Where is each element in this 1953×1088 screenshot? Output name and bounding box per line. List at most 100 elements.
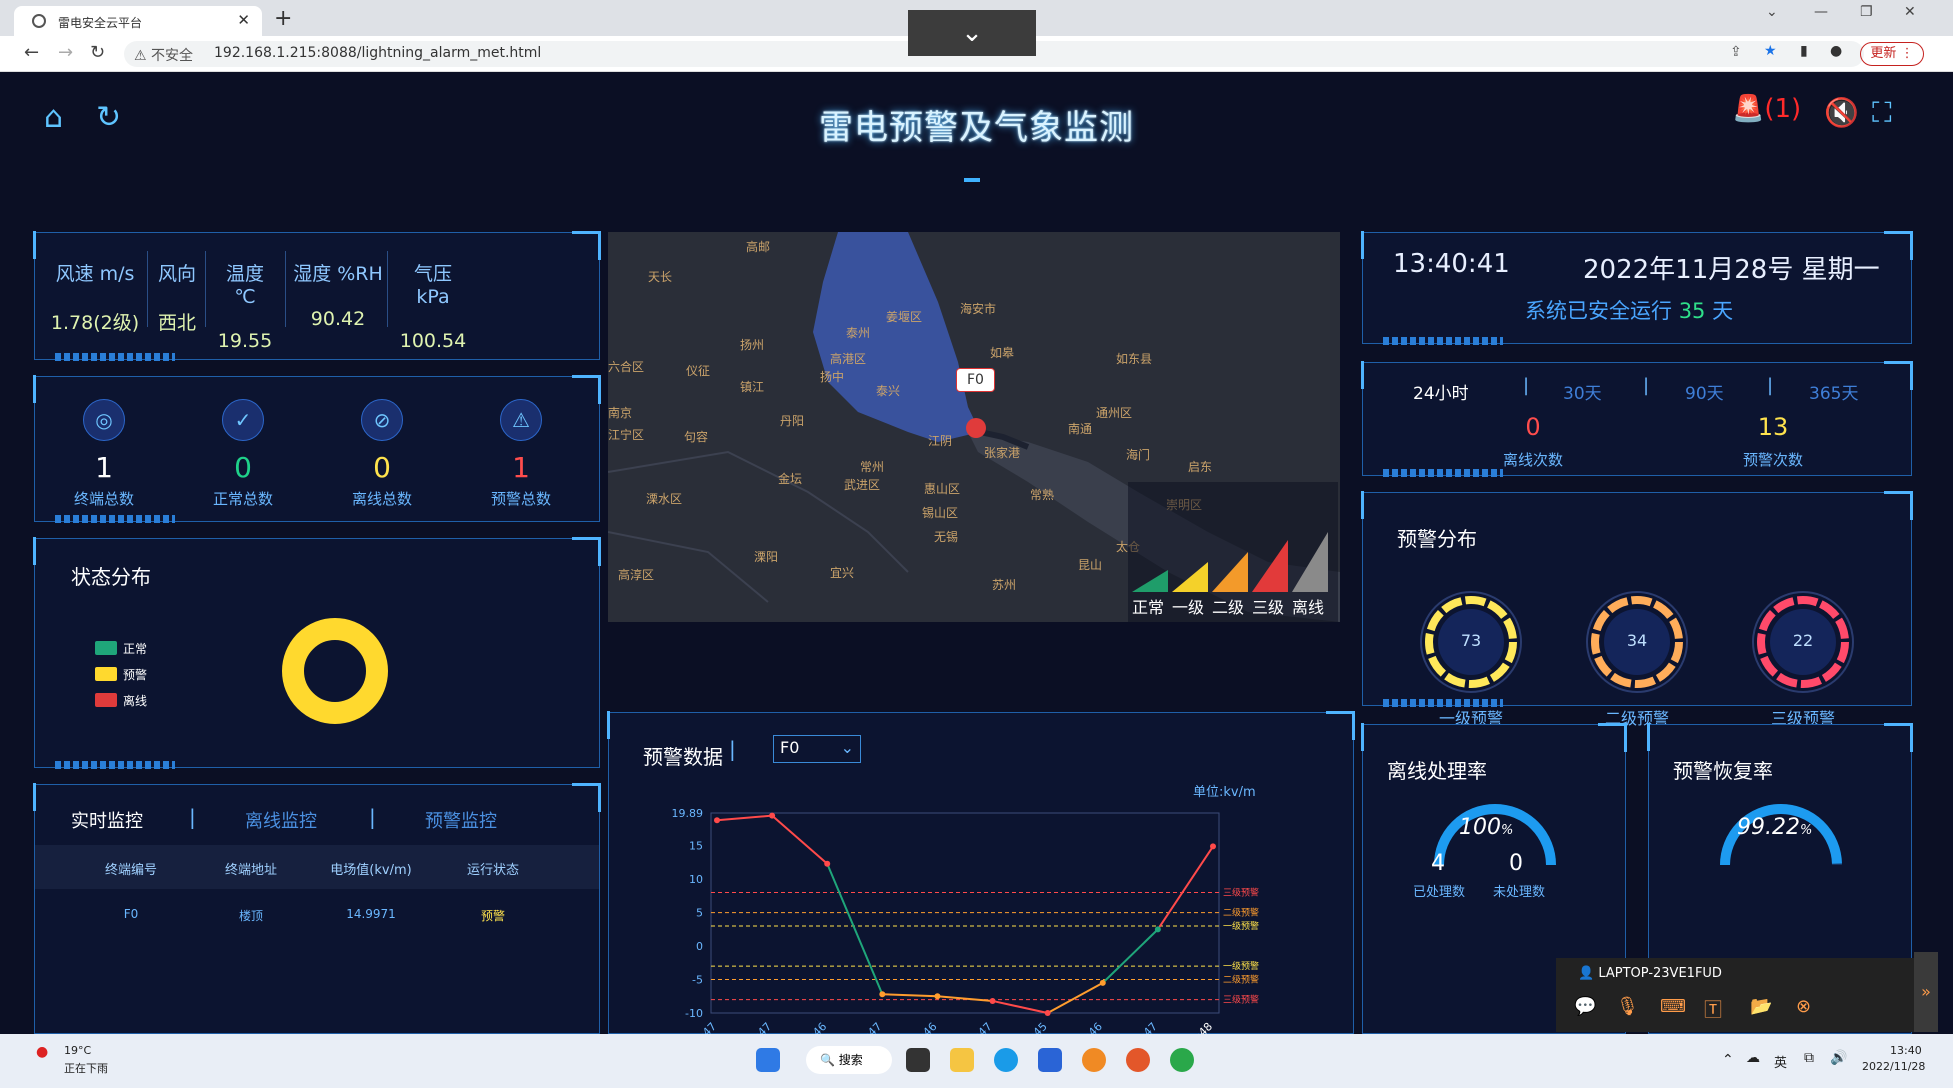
legend-item[interactable]: 离线	[95, 691, 175, 711]
volume-icon[interactable]: 🔊	[1830, 1050, 1847, 1066]
map-place-label: 溧阳	[754, 550, 779, 564]
unprocessed-label: 未处理数	[1493, 885, 1546, 900]
share-icon[interactable]: ⇪	[1730, 44, 1742, 60]
x-tick-label: 13:35:47	[951, 1020, 995, 1034]
data-point[interactable]	[989, 997, 996, 1004]
edge-icon[interactable]	[994, 1048, 1018, 1072]
y-tick-label: -5	[692, 974, 703, 987]
text-icon[interactable]: 🅃	[1704, 996, 1722, 1022]
bookmark-star-icon[interactable]: ★	[1764, 43, 1777, 59]
alarm-indicator[interactable]: 🚨(1)	[1732, 94, 1801, 124]
terminal-stat[interactable]: ✓ 0 正常总数	[188, 399, 298, 509]
terminal-stat[interactable]: ⚠ 1 预警总数	[466, 399, 576, 509]
data-point[interactable]	[769, 812, 776, 819]
y-tick-label: -10	[685, 1007, 703, 1020]
chrome-icon[interactable]	[1170, 1048, 1194, 1072]
store-icon[interactable]	[1038, 1048, 1062, 1072]
weather-col: 气压 kPa 100.54	[395, 259, 471, 352]
app-icon[interactable]	[1082, 1048, 1106, 1072]
sidepanel-icon[interactable]: ▮	[1800, 43, 1808, 59]
close-window-button[interactable]: ✕	[1904, 4, 1916, 20]
legend-label: 正常	[123, 642, 148, 656]
reload-icon[interactable]: ↻	[90, 42, 105, 63]
data-point[interactable]	[879, 991, 886, 998]
keyboard-icon[interactable]: ⌨	[1660, 996, 1686, 1017]
taskbar-weather-desc[interactable]: 正在下雨	[64, 1060, 108, 1076]
file-explorer-icon[interactable]	[950, 1048, 974, 1072]
taskbar-time[interactable]: 13:40	[1890, 1044, 1922, 1057]
task-view-icon[interactable]	[906, 1048, 930, 1072]
map-marker-label[interactable]: F0	[956, 368, 995, 392]
map-place-label: 通州区	[1096, 406, 1133, 420]
data-point[interactable]	[934, 993, 941, 1000]
remote-toolbar-toggle[interactable]: ⌄	[908, 10, 1036, 56]
firefox-icon[interactable]	[1126, 1048, 1150, 1072]
data-point[interactable]	[1099, 979, 1106, 986]
restore-button[interactable]: ❐	[1860, 4, 1873, 20]
legend-item[interactable]: 正常	[95, 639, 175, 659]
table-header-cell: 运行状态	[466, 863, 519, 878]
tab-separator: |	[1523, 375, 1530, 396]
period-tab[interactable]: 365天	[1809, 379, 1858, 404]
mute-icon[interactable]: 🔇	[1824, 96, 1859, 129]
check-icon: ✓	[222, 399, 264, 441]
data-point[interactable]	[1210, 843, 1216, 850]
x-tick-label: 13:36:45	[1006, 1020, 1050, 1034]
remote-collapse-button[interactable]: »	[1914, 952, 1938, 1032]
forward-icon[interactable]: →	[58, 42, 73, 63]
back-icon[interactable]: ←	[24, 42, 39, 63]
map-place-label: 海门	[1126, 448, 1151, 462]
title-decoration	[964, 178, 980, 182]
new-tab-button[interactable]: +	[274, 6, 292, 31]
terminal-stat[interactable]: ⊘ 0 离线总数	[327, 399, 437, 509]
weather-panel: 风速 m/s 1.78(2级) 风向 西北 温度 ℃ 19.55 湿度 %RH 90.42 气压…	[33, 231, 601, 361]
chat-icon[interactable]: 💬	[1574, 996, 1596, 1017]
tab-search-icon[interactable]: ⌄	[1766, 4, 1778, 20]
period-tab[interactable]: 90天	[1685, 379, 1724, 404]
close-tab-icon[interactable]: ✕	[237, 11, 250, 29]
cloud-icon[interactable]: ☁	[1746, 1050, 1760, 1066]
threshold-label: 三级预警	[1223, 887, 1259, 899]
input-language[interactable]: 英	[1774, 1052, 1787, 1071]
table-row[interactable]: F0 楼顶 14.9971 预警	[35, 903, 599, 927]
data-point[interactable]	[824, 860, 831, 867]
file-transfer-icon[interactable]: 📂	[1750, 996, 1772, 1017]
browser-tab[interactable]: 雷电安全云平台 ✕	[14, 6, 262, 36]
monitor-tab[interactable]: 离线监控	[245, 807, 317, 833]
minimize-button[interactable]: —	[1814, 4, 1828, 20]
series-segment	[1047, 982, 1104, 1014]
fullscreen-icon[interactable]: ⛶	[1872, 96, 1892, 130]
period-tab[interactable]: 24小时	[1413, 379, 1469, 404]
tray-chevron-icon[interactable]: ⌃	[1722, 1052, 1734, 1068]
x-tick-label: 13:33:47	[840, 1020, 884, 1034]
status-distribution-panel: 状态分布 正常 预警 离线	[33, 537, 601, 769]
offline-count-label: 离线次数	[1502, 451, 1563, 469]
profile-icon[interactable]: ●	[1830, 43, 1842, 59]
map-place-label: 仪征	[686, 364, 711, 378]
period-tab[interactable]: 30天	[1563, 379, 1602, 404]
microphone-icon[interactable]: 🎙	[1616, 996, 1639, 1017]
legend-item[interactable]: 预警	[95, 665, 175, 685]
data-point[interactable]	[1044, 1010, 1051, 1016]
data-point[interactable]	[714, 817, 720, 824]
taskbar-weather-temp[interactable]: 19°C	[64, 1044, 91, 1057]
recover-rate-value: 99.22%	[1737, 815, 1813, 840]
map-marker-dot[interactable]	[966, 418, 986, 438]
start-icon[interactable]	[756, 1048, 780, 1072]
warning-ring-value: 34	[1626, 631, 1648, 650]
insecure-warning[interactable]: ⚠ 不安全	[134, 45, 193, 65]
map[interactable]: 高邮 天长 海安市 姜堰区 泰州 扬州 如皋 如东县 高港区 仪征 扬中 泰兴 六合区 镇江 南京 丹阳 通州区…	[608, 232, 1340, 622]
data-point[interactable]	[1154, 926, 1161, 933]
x-tick-label: 13:34:46	[895, 1020, 939, 1034]
weather-value: 19.55	[217, 330, 273, 352]
taskbar-date[interactable]: 2022/11/28	[1862, 1060, 1925, 1073]
terminal-stat[interactable]: ◎ 1 终端总数	[49, 399, 159, 509]
monitor-tab[interactable]: 预警监控	[425, 807, 497, 833]
network-icon[interactable]: ⧉	[1804, 1050, 1814, 1066]
taskbar-search[interactable]: 🔍 搜索	[806, 1046, 892, 1074]
disconnect-icon[interactable]: ⊗	[1796, 996, 1811, 1017]
update-button[interactable]: 更新 ⋮	[1860, 42, 1924, 66]
monitor-tab[interactable]: 实时监控	[71, 807, 143, 833]
weather-alert-icon[interactable]: ●	[36, 1044, 48, 1060]
warning-data-panel: 预警数据 | F0 ⌄ 单位:kv/m 19.89 15 10 5 0 -5 -10 三级预警…	[607, 711, 1355, 1034]
